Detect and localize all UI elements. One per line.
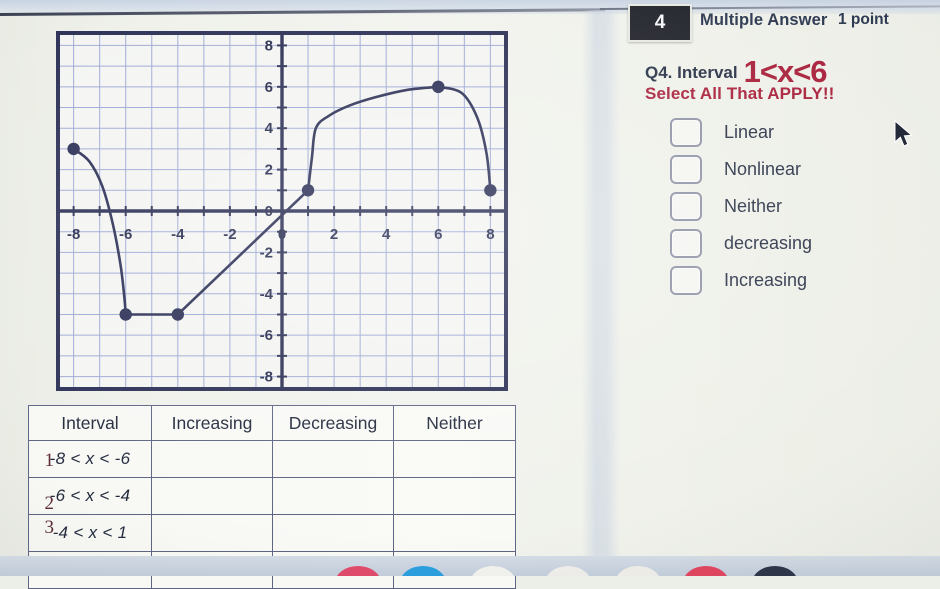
- y-tick-label: -6: [260, 327, 273, 344]
- question-number-badge: 4: [628, 4, 692, 42]
- option-label: Neither: [724, 195, 783, 216]
- dot-blue[interactable]: [400, 566, 446, 576]
- option-label: Nonlinear: [724, 158, 802, 179]
- bottom-color-strip: [0, 556, 940, 576]
- cell-increasing[interactable]: [151, 477, 273, 515]
- row-number-1: 1: [44, 450, 55, 471]
- checkbox-neither[interactable]: [670, 191, 702, 221]
- endpoint-dot: [171, 308, 185, 321]
- endpoint-dot: [301, 184, 315, 197]
- x-tick-label: 6: [434, 226, 442, 243]
- y-tick-label: 8: [265, 37, 273, 54]
- checkbox-decreasing[interactable]: [670, 228, 702, 258]
- row-number-3: 3: [44, 517, 55, 538]
- question-points-label: 1 point: [838, 11, 889, 28]
- question-panel: 4 Multiple Answer 1 point Q4. Interval 1<…: [620, 0, 940, 576]
- y-tick-label: 4: [265, 120, 274, 137]
- option-nonlinear[interactable]: Nonlinear: [670, 154, 940, 184]
- x-tick-label: 2: [330, 226, 338, 243]
- y-tick-label: -2: [260, 244, 273, 261]
- dot-white-3[interactable]: [615, 566, 661, 576]
- cell-increasing[interactable]: [151, 514, 273, 552]
- dot-white-2[interactable]: [545, 566, 591, 576]
- option-label: decreasing: [724, 232, 813, 253]
- x-tick-label: -2: [223, 226, 236, 243]
- col-header-increasing: Increasing: [151, 405, 273, 441]
- cell-decreasing[interactable]: [272, 440, 394, 478]
- table-row[interactable]: -4 < x < 1: [28, 514, 516, 552]
- mouse-cursor-icon: [894, 120, 913, 147]
- x-tick-label: 4: [382, 226, 391, 243]
- checkbox-increasing[interactable]: [670, 265, 702, 295]
- light-reflection-band: [582, 10, 620, 566]
- table-header-row: Interval Increasing Decreasing Neither: [28, 405, 516, 441]
- dot-navy[interactable]: [752, 566, 798, 576]
- endpoint-dot: [484, 184, 497, 197]
- option-increasing[interactable]: Increasing: [670, 265, 940, 295]
- cell-decreasing[interactable]: [272, 514, 394, 552]
- dot-pink[interactable]: [683, 566, 729, 576]
- cell-neither[interactable]: [393, 477, 516, 515]
- x-tick-label: -4: [171, 226, 185, 243]
- col-header-interval: Interval: [28, 405, 152, 441]
- row-number-2: 2: [44, 493, 55, 514]
- interval-table: Interval Increasing Decreasing Neither -…: [28, 405, 516, 589]
- dot-red[interactable]: [335, 566, 381, 576]
- cell-decreasing[interactable]: [272, 477, 394, 515]
- checkbox-nonlinear[interactable]: [670, 154, 702, 184]
- cell-increasing[interactable]: [151, 440, 273, 478]
- x-tick-label: -6: [119, 226, 132, 243]
- question-instruction: Select All That APPLY!!: [645, 84, 835, 103]
- endpoint-dot: [67, 142, 80, 156]
- y-tick-label: -4: [260, 286, 274, 303]
- option-label: Increasing: [724, 269, 808, 290]
- col-header-neither: Neither: [393, 405, 516, 441]
- coordinate-graph: -8 -6 -4 -2 0 2 4 6 8 8 6 4 2 -2 -4 -6 -8 0: [56, 31, 508, 391]
- y-tick-label: 6: [265, 79, 273, 96]
- option-decreasing[interactable]: decreasing: [670, 228, 940, 258]
- col-header-decreasing: Decreasing: [272, 405, 394, 441]
- endpoint-dot: [119, 308, 132, 321]
- cell-neither[interactable]: [393, 514, 516, 552]
- option-label: Linear: [724, 121, 775, 142]
- endpoint-dot: [432, 80, 445, 94]
- dot-white-1[interactable]: [470, 566, 516, 576]
- checkbox-linear[interactable]: [670, 117, 702, 147]
- y-tick-label: 2: [265, 162, 273, 179]
- graph-svg: -8 -6 -4 -2 0 2 4 6 8 8 6 4 2 -2 -4 -6 -8 0: [56, 31, 508, 391]
- table-row[interactable]: -8 < x < -6: [28, 440, 516, 478]
- x-tick-label: 0: [278, 226, 286, 243]
- x-tick-label: 8: [486, 226, 494, 243]
- table-row[interactable]: -6 < x < -4: [28, 477, 516, 515]
- option-neither[interactable]: Neither: [670, 191, 940, 221]
- x-tick-label: -8: [67, 226, 80, 243]
- question-type-label: Multiple Answer: [700, 11, 828, 29]
- y-tick-label: -8: [260, 369, 273, 386]
- origin-label: 0: [265, 203, 273, 220]
- cell-neither[interactable]: [393, 440, 516, 478]
- prompt-prefix: Q4. Interval: [645, 63, 738, 82]
